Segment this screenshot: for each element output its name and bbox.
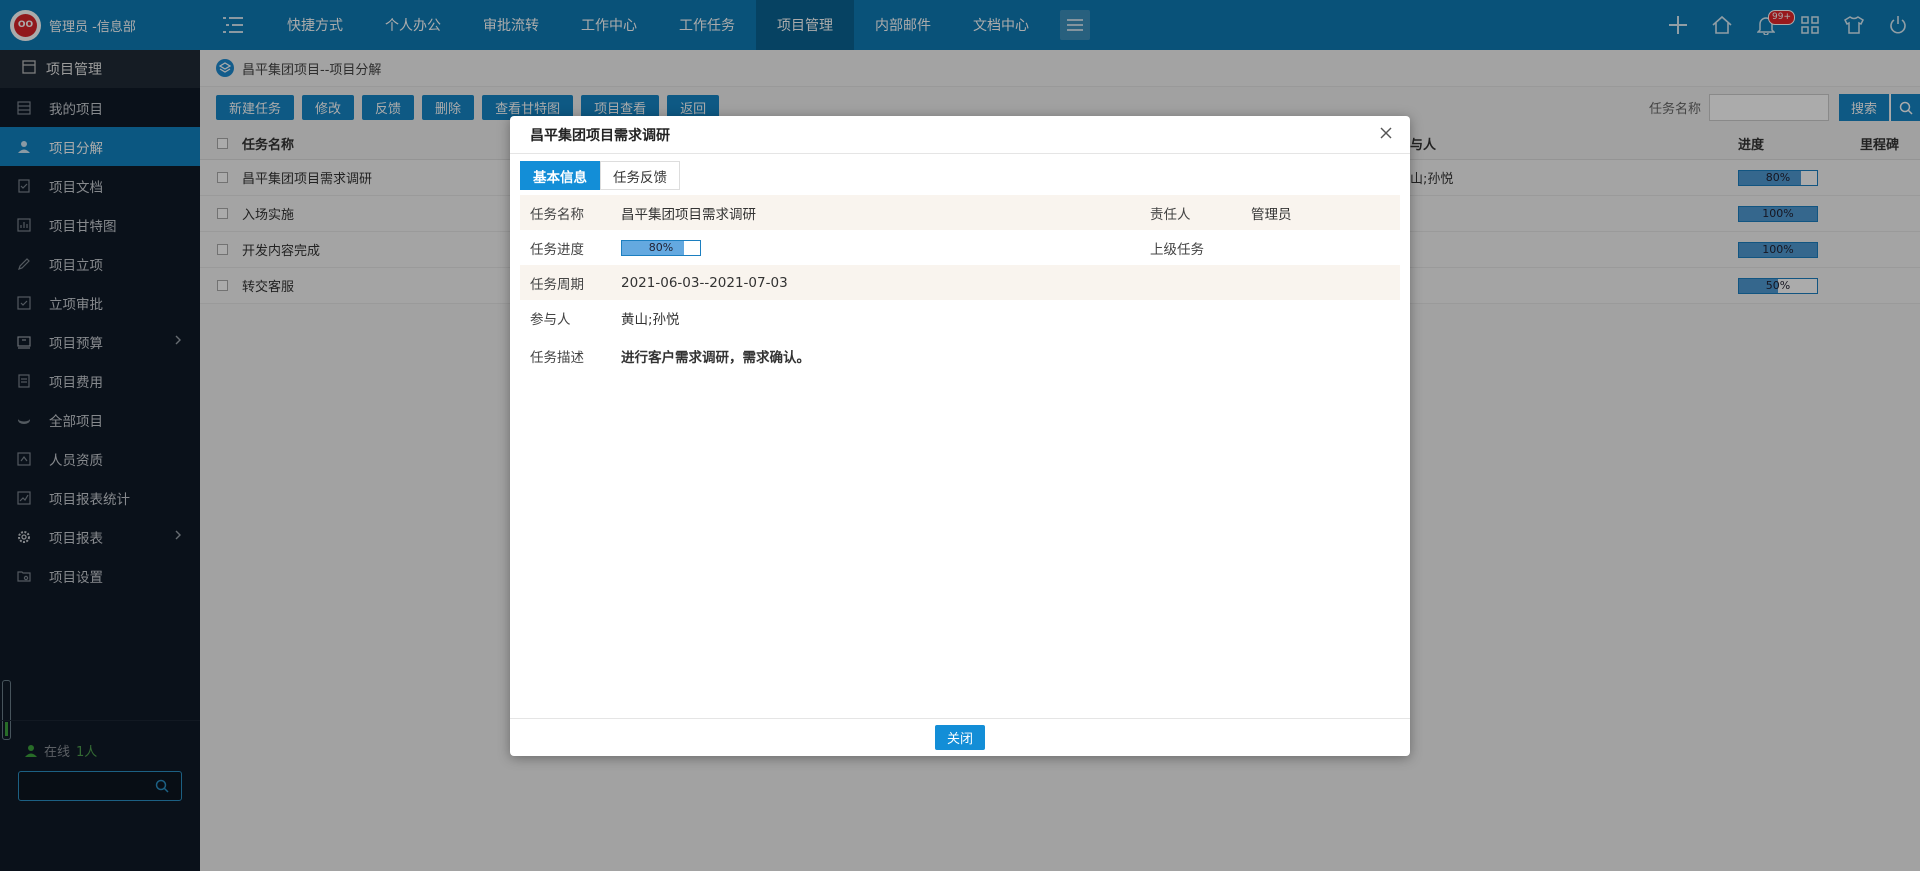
- info-row: 任务周期 2021-06-03--2021-07-03: [520, 265, 1400, 300]
- parent-task-label: 上级任务: [1150, 241, 1204, 258]
- period-label: 任务周期: [530, 276, 584, 293]
- close-icon: [1380, 127, 1392, 139]
- period-value: 2021-06-03--2021-07-03: [621, 274, 788, 291]
- dialog-tabs: 基本信息 任务反馈: [520, 161, 680, 190]
- info-row: 参与人 黄山;孙悦: [520, 300, 1400, 335]
- tab-basic-info[interactable]: 基本信息: [520, 161, 600, 190]
- info-row: 任务描述 进行客户需求调研，需求确认。: [520, 335, 1400, 377]
- info-row: 任务名称 昌平集团项目需求调研 责任人 管理员: [520, 195, 1400, 230]
- task-info: 任务名称 昌平集团项目需求调研 责任人 管理员 任务进度 80% 上级任务 任务…: [520, 195, 1400, 377]
- close-button[interactable]: 关闭: [934, 725, 985, 750]
- progress-value: 80%: [621, 239, 701, 256]
- participants-label: 参与人: [530, 311, 571, 328]
- dialog-title: 昌平集团项目需求调研: [510, 116, 1410, 154]
- dialog-footer: 关闭: [510, 718, 1410, 756]
- progress-label: 任务进度: [530, 241, 584, 258]
- task-name-label: 任务名称: [530, 206, 584, 223]
- info-row: 任务进度 80% 上级任务: [520, 230, 1400, 265]
- participants-value: 黄山;孙悦: [621, 311, 680, 328]
- owner-label: 责任人: [1150, 206, 1191, 223]
- description-label: 任务描述: [530, 350, 584, 366]
- dialog-close-button[interactable]: [1378, 125, 1394, 145]
- description-value: 进行客户需求调研，需求确认。: [621, 350, 810, 366]
- progress-text: 80%: [648, 240, 674, 254]
- tab-task-feedback[interactable]: 任务反馈: [600, 161, 680, 190]
- progress-bar: 80%: [621, 239, 701, 256]
- task-detail-dialog: 昌平集团项目需求调研 基本信息 任务反馈 任务名称 昌平集团项目需求调研 责任人…: [510, 116, 1410, 756]
- owner-value: 管理员: [1251, 206, 1292, 223]
- task-name-value: 昌平集团项目需求调研: [621, 206, 756, 223]
